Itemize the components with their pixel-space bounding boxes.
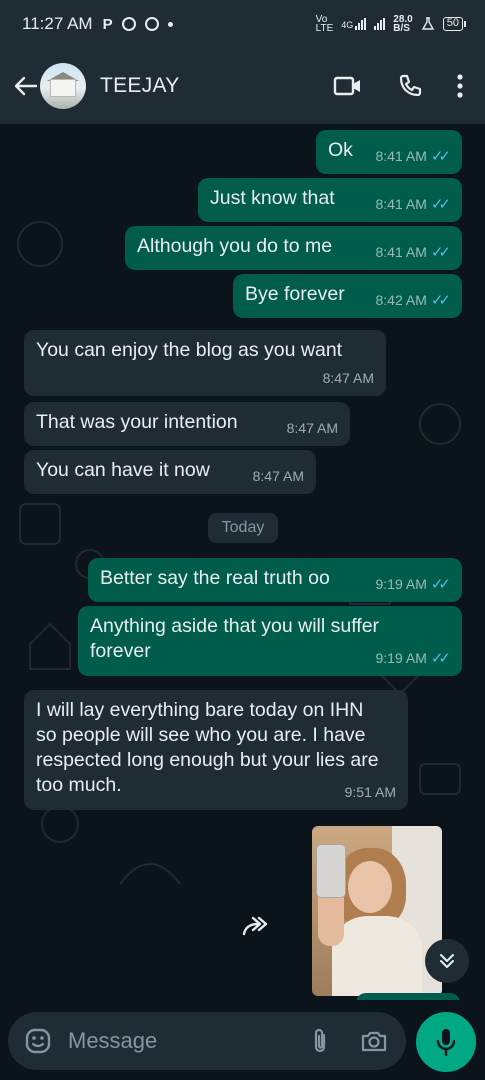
message-meta: 8:41 AM ✓✓ [375, 240, 451, 265]
whatsapp-icon [121, 17, 136, 31]
read-receipt-icon: ✓✓ [430, 650, 451, 667]
read-receipt-icon: ✓✓ [430, 244, 451, 261]
message-meta: 9:19 AM ✓✓ [375, 572, 451, 597]
signal-icon-2 [374, 18, 386, 30]
message-text: Although you do to me [137, 235, 333, 257]
message-bubble-incoming[interactable]: I will lay everything bare today on IHN … [24, 690, 408, 810]
chat-header: TEEJAY [0, 48, 485, 124]
message-time: 8:47 AM [322, 370, 374, 386]
message-meta: 8:47 AM [253, 464, 304, 489]
forward-icon[interactable] [240, 914, 272, 938]
message-bubble-outgoing[interactable]: Although you do to me 8:41 AM ✓✓ [125, 226, 462, 270]
message-time: 8:47 AM [286, 420, 338, 436]
status-left-icons: P [103, 16, 173, 33]
volte-indicator: Vo LTE [315, 14, 334, 34]
read-receipt-icon: ✓✓ [430, 292, 451, 309]
scroll-to-bottom-button[interactable] [425, 939, 469, 983]
more-options-icon[interactable] [457, 74, 463, 98]
composer-bar: Message [0, 1000, 485, 1080]
message-meta: 8:47 AM [287, 416, 338, 441]
message-time: 8:41 AM [375, 196, 427, 212]
message-time: 9:19 AM [375, 650, 427, 666]
message-time: 8:41 AM [375, 244, 427, 260]
read-receipt-icon: ✓✓ [430, 576, 451, 593]
p-notification-icon: P [102, 15, 113, 33]
header-actions [333, 73, 473, 99]
photo-message[interactable] [312, 826, 442, 996]
signal-icon: 4G [341, 18, 367, 30]
camera-icon[interactable] [360, 1029, 388, 1053]
message-meta: 9:19 AM ✓✓ [375, 646, 451, 671]
emoji-icon[interactable] [24, 1027, 52, 1055]
message-input[interactable]: Message [8, 1012, 406, 1070]
more-notifications-dot [167, 21, 173, 27]
message-bubble-outgoing-partial[interactable] [356, 993, 460, 1000]
message-meta: 8:41 AM ✓✓ [375, 192, 451, 217]
message-text: Better say the real truth oo [100, 567, 330, 589]
message-text: Ok [328, 139, 353, 161]
message-text: I will lay everything bare today on IHN … [36, 699, 379, 796]
message-bubble-outgoing[interactable]: Better say the real truth oo 9:19 AM ✓✓ [88, 558, 462, 602]
voice-call-icon[interactable] [397, 73, 423, 99]
message-bubble-incoming[interactable]: You can have it now 8:47 AM [24, 450, 316, 494]
status-time: 11:27 AM [22, 14, 93, 33]
message-time: 8:41 AM [375, 148, 427, 164]
message-bubble-outgoing[interactable]: Ok 8:41 AM ✓✓ [316, 130, 462, 174]
message-placeholder: Message [68, 1028, 158, 1053]
message-text: You can have it now [36, 459, 210, 481]
battery-icon: 50 [442, 17, 467, 31]
message-bubble-incoming[interactable]: You can enjoy the blog as you want 8:47 … [24, 330, 386, 396]
read-receipt-icon: ✓✓ [430, 148, 451, 165]
message-bubble-outgoing[interactable]: Just know that 8:41 AM ✓✓ [198, 178, 462, 222]
message-text: You can enjoy the blog as you want [36, 339, 343, 361]
status-bar: 11:27 AM P Vo LTE 4G 28.0 B/S 50 [0, 0, 485, 48]
flask-icon [421, 17, 434, 30]
message-bubble-incoming[interactable]: That was your intention 8:47 AM [24, 402, 350, 446]
double-chevron-down-icon [440, 954, 454, 968]
message-meta: 8:47 AM [323, 366, 374, 391]
message-meta: 9:51 AM [345, 780, 396, 805]
chat-area[interactable]: Ok 8:41 AM ✓✓ Just know that 8:41 AM ✓✓ … [0, 124, 485, 1000]
voice-message-button[interactable] [416, 1012, 476, 1072]
message-time: 8:47 AM [252, 468, 304, 484]
attach-icon[interactable] [310, 1027, 330, 1055]
message-time: 9:19 AM [375, 576, 427, 592]
message-meta: 8:41 AM ✓✓ [375, 144, 451, 169]
read-receipt-icon: ✓✓ [430, 196, 451, 213]
message-bubble-outgoing[interactable]: Anything aside that you will suffer fore… [78, 606, 462, 676]
message-text: Bye forever [245, 283, 345, 305]
back-arrow-icon[interactable] [12, 72, 40, 100]
composer-icons [310, 1027, 390, 1055]
contact-name[interactable]: TEEJAY [100, 74, 180, 98]
message-bubble-outgoing[interactable]: Bye forever 8:42 AM ✓✓ [233, 274, 462, 318]
video-call-icon[interactable] [333, 75, 363, 97]
status-right-icons: Vo LTE 4G 28.0 B/S 50 [315, 14, 467, 34]
message-text: Anything aside that you will suffer fore… [90, 615, 380, 662]
message-time: 9:51 AM [344, 784, 396, 800]
date-divider: Today [208, 513, 278, 543]
phone-in-photo [316, 844, 346, 898]
message-text: That was your intention [36, 411, 238, 433]
avatar[interactable] [40, 63, 86, 109]
notification-icon [144, 17, 159, 31]
message-meta: 8:42 AM ✓✓ [375, 288, 451, 313]
message-time: 8:42 AM [375, 292, 427, 308]
mic-icon [436, 1029, 456, 1057]
network-speed: 28.0 B/S [393, 14, 413, 34]
message-text: Just know that [210, 187, 335, 209]
